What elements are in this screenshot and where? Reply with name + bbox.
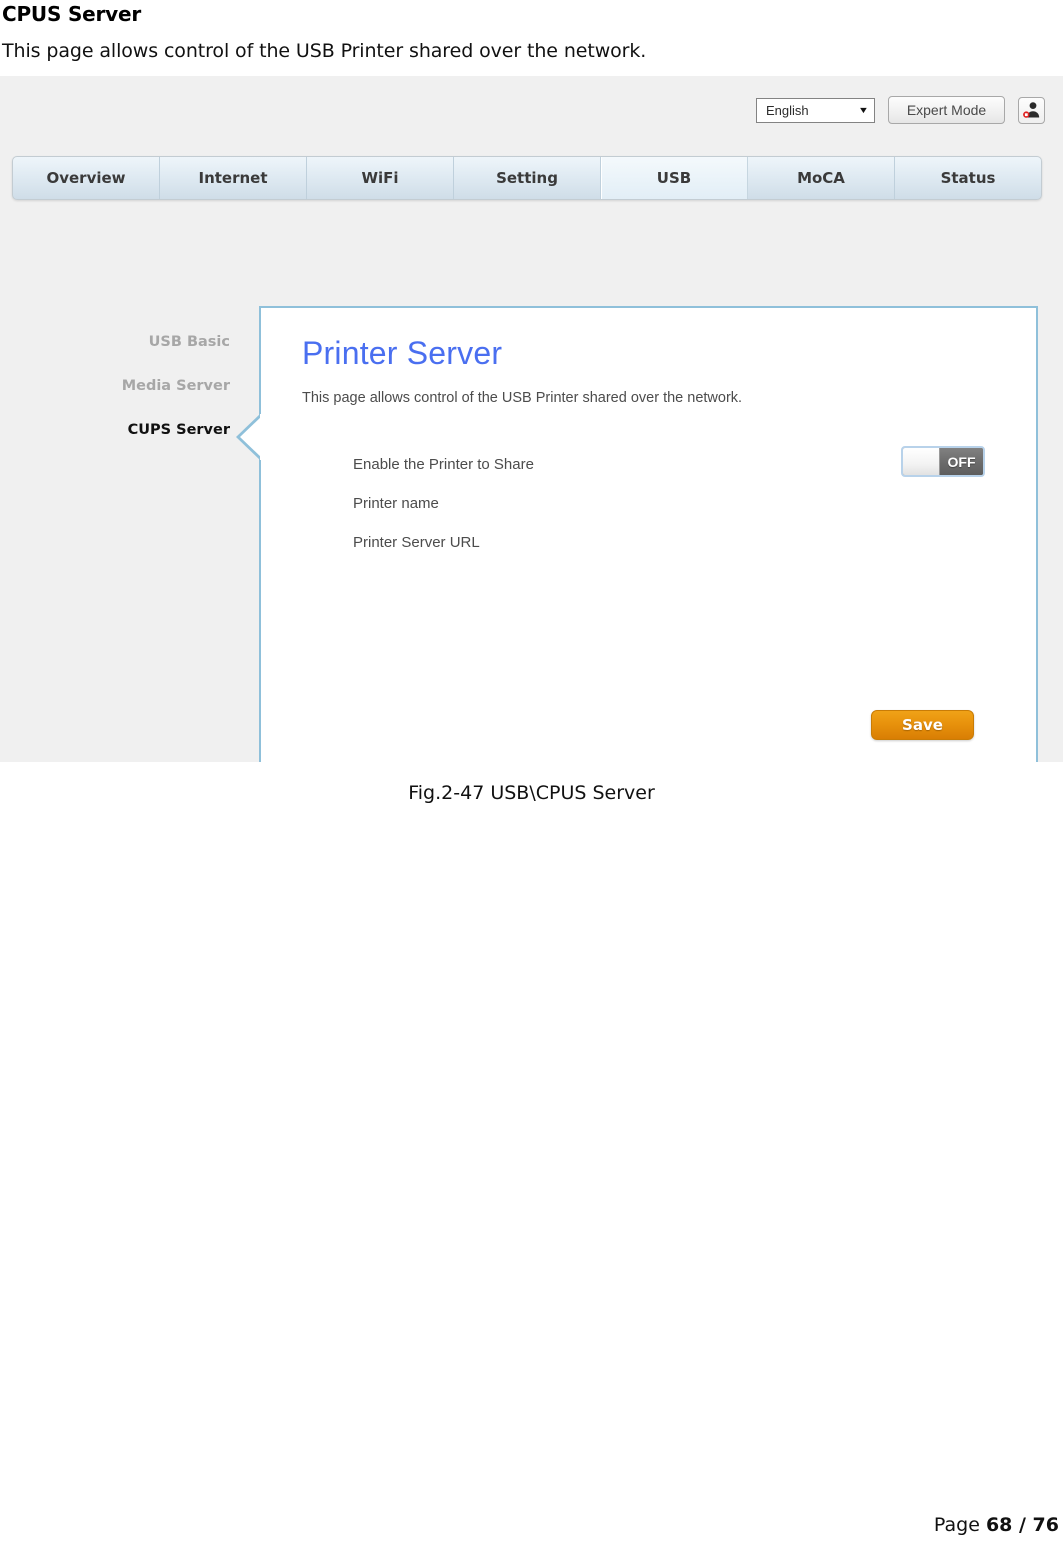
language-select-value: English <box>766 102 809 118</box>
printer-server-form: Enable the Printer to Share OFF Printer … <box>353 445 993 562</box>
form-row-printer-name: Printer name <box>353 484 993 523</box>
utility-bar: English ▼ Expert Mode <box>756 96 1045 124</box>
tab-label: USB <box>656 169 692 187</box>
tab-label: Status <box>940 169 996 187</box>
router-admin-screenshot: English ▼ Expert Mode Overview Internet … <box>0 76 1063 762</box>
tab-setting[interactable]: Setting <box>454 157 601 199</box>
panel-title: Printer Server <box>302 335 503 371</box>
panel-description: This page allows control of the USB Prin… <box>302 390 743 406</box>
tab-internet[interactable]: Internet <box>160 157 307 199</box>
page-subtitle: This page allows control of the USB Prin… <box>2 40 647 62</box>
tab-label: Overview <box>46 169 126 187</box>
main-navigation-tabs[interactable]: Overview Internet WiFi Setting USB MoCA … <box>12 156 1042 200</box>
page-title: CPUS Server <box>2 2 142 26</box>
printer-name-label: Printer name <box>353 495 439 512</box>
printer-server-url-label: Printer Server URL <box>353 534 480 551</box>
expert-mode-button[interactable]: Expert Mode <box>888 96 1005 124</box>
tab-label: MoCA <box>797 169 845 187</box>
sidebar-item-cups-server[interactable]: CUPS Server <box>100 422 230 438</box>
sidebar-item-usb-basic[interactable]: USB Basic <box>100 334 230 350</box>
footer-page-numbers: 68 / 76 <box>985 1514 1059 1536</box>
tab-label: Internet <box>198 169 268 187</box>
tab-overview[interactable]: Overview <box>13 157 160 199</box>
tab-wifi[interactable]: WiFi <box>307 157 454 199</box>
footer-page-label: Page <box>933 1514 986 1536</box>
form-row-enable-printer: Enable the Printer to Share OFF <box>353 445 993 484</box>
tab-moca[interactable]: MoCA <box>748 157 895 199</box>
sidebar-item-media-server[interactable]: Media Server <box>100 378 230 394</box>
tab-label: Setting <box>496 169 558 187</box>
user-account-button[interactable] <box>1018 96 1045 124</box>
tab-label: WiFi <box>361 169 399 187</box>
form-row-printer-server-url: Printer Server URL <box>353 523 993 562</box>
toggle-knob <box>903 448 940 475</box>
panel-pointer-mask <box>260 414 264 460</box>
chevron-down-icon: ▼ <box>857 104 870 115</box>
page-footer: Page 68 / 76 <box>934 1514 1059 1536</box>
language-select[interactable]: English ▼ <box>756 97 875 123</box>
enable-printer-toggle[interactable]: OFF <box>901 446 985 477</box>
figure-caption: Fig.2-47 USB\CPUS Server <box>408 782 655 804</box>
enable-printer-label: Enable the Printer to Share <box>353 456 534 473</box>
tab-usb[interactable]: USB <box>601 157 748 199</box>
save-button[interactable]: Save <box>871 710 974 740</box>
tab-status[interactable]: Status <box>895 157 1041 199</box>
usb-sidebar-menu: USB Basic Media Server CUPS Server <box>100 334 230 466</box>
panel-pointer-fill-icon <box>240 416 262 458</box>
printer-server-panel: Printer Server This page allows control … <box>236 306 1038 762</box>
toggle-state-label: OFF <box>940 448 983 475</box>
